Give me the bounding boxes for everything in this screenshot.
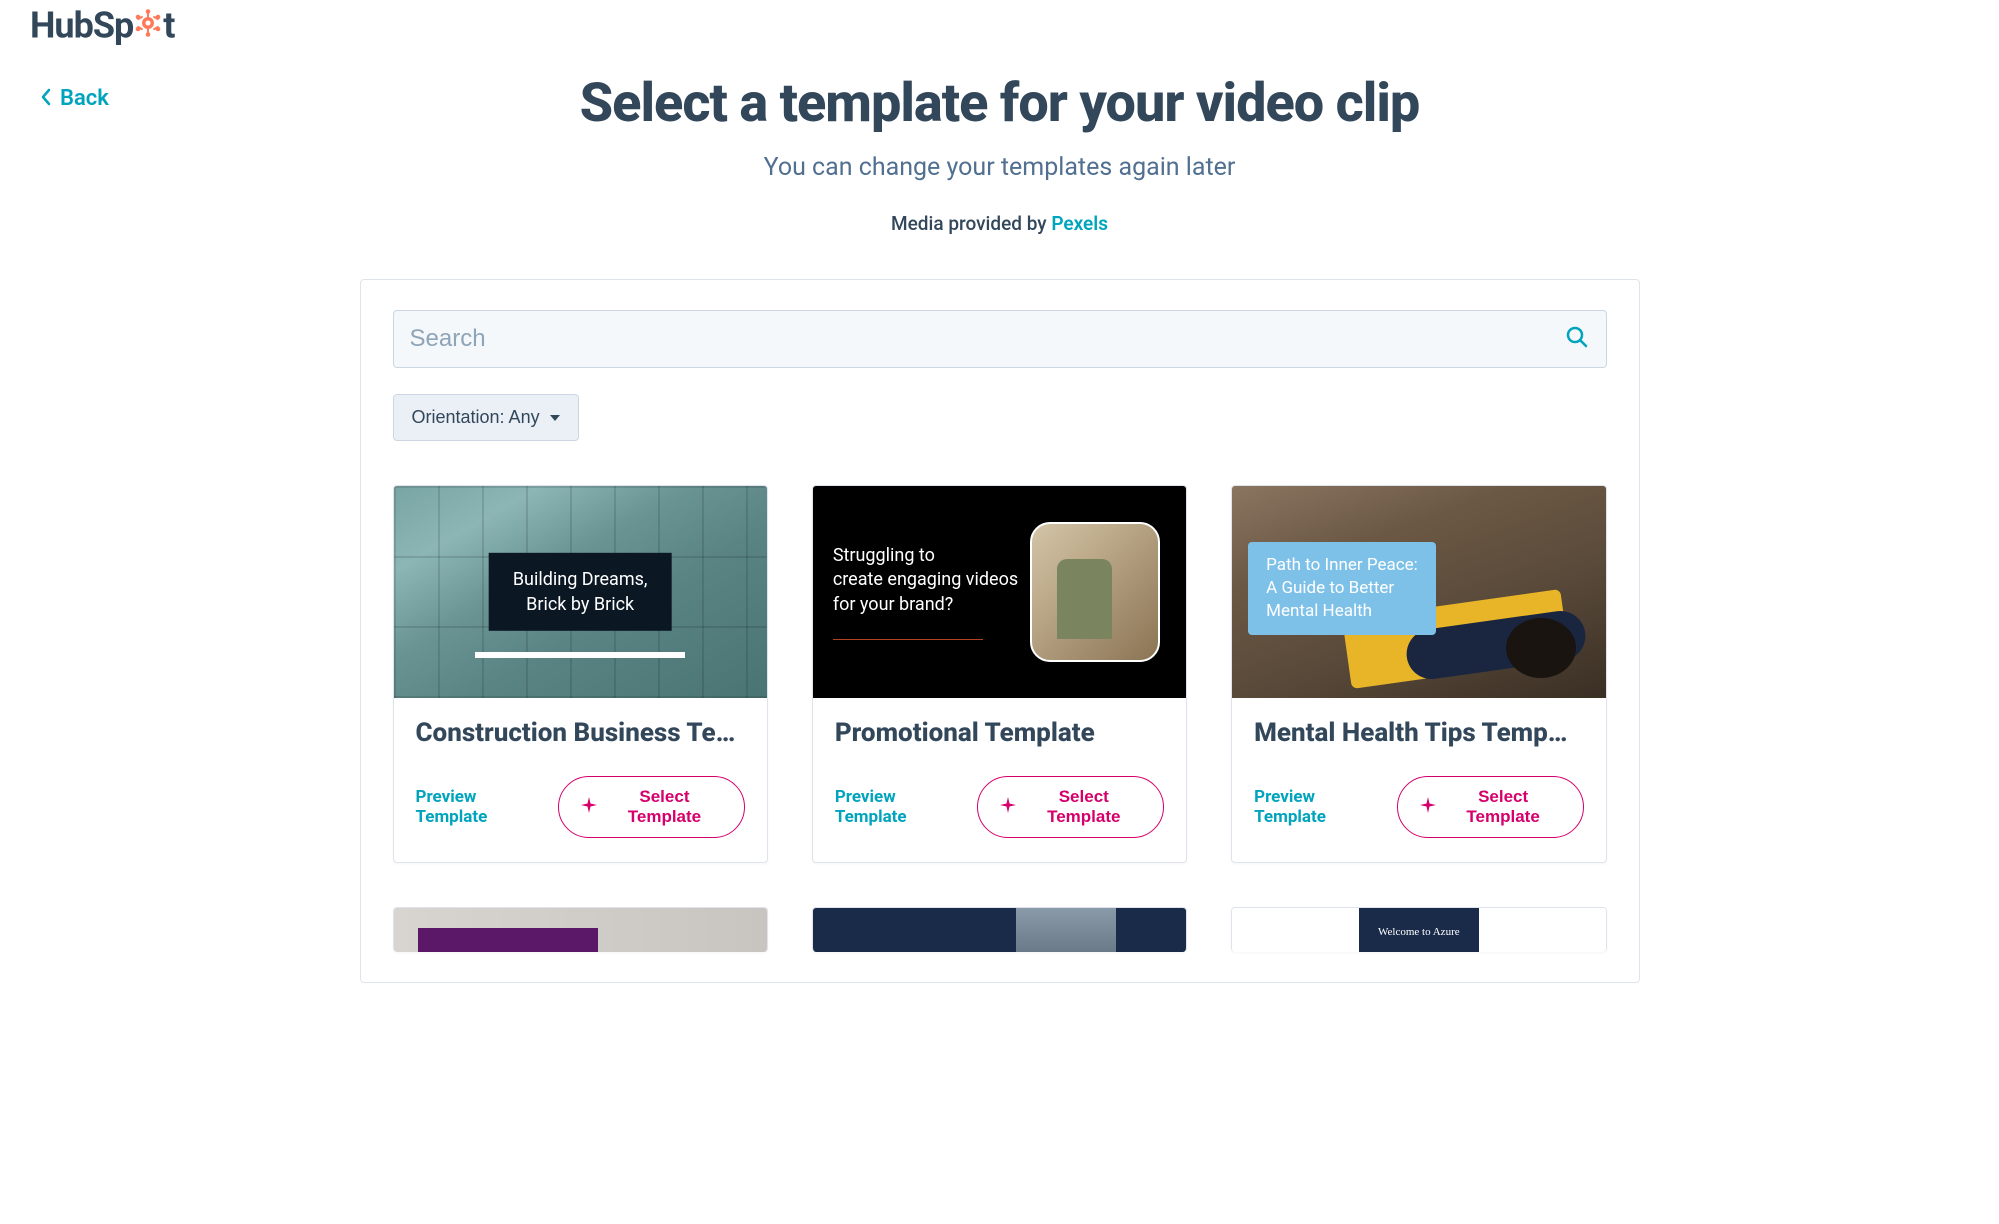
media-provider-link[interactable]: Pexels: [1051, 212, 1108, 235]
card-actions: Preview Template Select Template: [416, 776, 745, 838]
select-template-label: Select Template: [1446, 787, 1561, 827]
thumbnail-caption: Struggling to create engaging videos for…: [833, 544, 1018, 617]
template-card: [393, 907, 768, 952]
back-button[interactable]: Back: [40, 86, 109, 111]
chevron-left-icon: [40, 87, 52, 111]
template-title: Promotional Template: [835, 718, 1164, 748]
select-template-button[interactable]: Select Template: [558, 776, 745, 838]
template-card: Struggling to create engaging videos for…: [812, 485, 1187, 863]
page-header: Back Select a template for your video cl…: [0, 52, 1999, 255]
sparkle-icon: [1420, 797, 1436, 818]
media-prefix: Media provided by: [891, 212, 1051, 235]
search-wrapper: [393, 310, 1607, 368]
header: HubSpt: [0, 0, 1999, 52]
orientation-filter-button[interactable]: Orientation: Any: [393, 394, 579, 441]
template-title: Construction Business Te…: [416, 718, 745, 748]
sprocket-icon: [134, 4, 162, 46]
card-actions: Preview Template Select Template: [835, 776, 1164, 838]
hubspot-logo: HubSpt: [30, 4, 1969, 52]
select-template-label: Select Template: [607, 787, 722, 827]
thumbnail-rule: [475, 652, 685, 658]
preview-template-link[interactable]: Preview Template: [1254, 787, 1379, 827]
template-grid: Building Dreams, Brick by Brick Construc…: [393, 485, 1607, 952]
template-title: Mental Health Tips Temp…: [1254, 718, 1583, 748]
template-thumbnail[interactable]: Struggling to create engaging videos for…: [813, 486, 1186, 698]
preview-template-link[interactable]: Preview Template: [416, 787, 541, 827]
thumbnail-caption: Building Dreams, Brick by Brick: [489, 553, 672, 631]
caret-down-icon: [550, 415, 560, 421]
sparkle-icon: [1000, 797, 1016, 818]
page-title: Select a template for your video clip: [30, 72, 1969, 135]
template-thumbnail[interactable]: Path to Inner Peace: A Guide to Better M…: [1232, 486, 1605, 698]
template-card: Path to Inner Peace: A Guide to Better M…: [1231, 485, 1606, 863]
orientation-filter-label: Orientation: Any: [412, 407, 540, 428]
search-input[interactable]: [393, 310, 1607, 368]
thumbnail-rule: [833, 639, 983, 640]
select-template-button[interactable]: Select Template: [977, 776, 1164, 838]
page-subtitle: You can change your templates again late…: [30, 153, 1969, 182]
sparkle-icon: [581, 797, 597, 818]
card-body: Construction Business Te… Preview Templa…: [394, 698, 767, 862]
template-card: [812, 907, 1187, 952]
card-body: Promotional Template Preview Template Se…: [813, 698, 1186, 862]
template-card: Building Dreams, Brick by Brick Construc…: [393, 485, 768, 863]
template-card: Welcome to Azure: [1231, 907, 1606, 952]
template-thumbnail[interactable]: [394, 908, 767, 952]
thumbnail-caption: Path to Inner Peace: A Guide to Better M…: [1248, 542, 1436, 635]
template-thumbnail[interactable]: [813, 908, 1186, 952]
preview-template-link[interactable]: Preview Template: [835, 787, 960, 827]
media-attribution: Media provided by Pexels: [30, 212, 1969, 235]
select-template-label: Select Template: [1026, 787, 1141, 827]
thumbnail-caption: Welcome to Azure: [1359, 908, 1479, 952]
thumbnail-photo: [1030, 522, 1160, 662]
card-actions: Preview Template Select Template: [1254, 776, 1583, 838]
card-body: Mental Health Tips Temp… Preview Templat…: [1232, 698, 1605, 862]
template-thumbnail[interactable]: Welcome to Azure: [1232, 908, 1605, 952]
thumbnail-head: [1506, 618, 1576, 678]
template-container: Orientation: Any Building Dreams, Brick …: [360, 279, 1640, 983]
back-label: Back: [60, 86, 109, 111]
select-template-button[interactable]: Select Template: [1397, 776, 1584, 838]
template-thumbnail[interactable]: Building Dreams, Brick by Brick: [394, 486, 767, 698]
search-icon[interactable]: [1565, 325, 1589, 353]
